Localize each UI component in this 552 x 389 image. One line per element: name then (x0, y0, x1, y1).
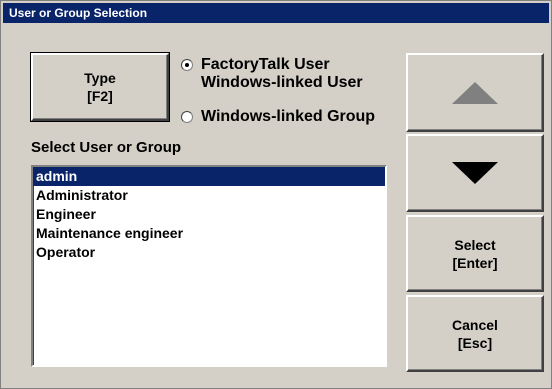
select-button-shortcut: [Enter] (452, 254, 498, 271)
scroll-up-button[interactable] (406, 53, 544, 132)
user-group-list[interactable]: admin Administrator Engineer Maintenance… (31, 165, 387, 367)
type-button-label: Type (84, 70, 116, 86)
list-item[interactable]: Maintenance engineer (33, 224, 385, 243)
radio-label-line1: FactoryTalk User (201, 56, 330, 73)
window-title: User or Group Selection (3, 3, 549, 23)
type-button[interactable]: Type [F2] (30, 52, 170, 122)
select-button[interactable]: Select [Enter] (406, 215, 544, 292)
select-button-label: Select (454, 236, 496, 253)
arrow-up-icon (452, 81, 498, 104)
user-group-selection-dialog: User or Group Selection Type [F2] Factor… (0, 0, 552, 389)
cancel-button-label: Cancel (452, 316, 498, 333)
radio-label: FactoryTalk User Windows-linked User (201, 56, 363, 92)
list-item[interactable]: Operator (33, 243, 385, 262)
arrow-down-icon (452, 162, 498, 184)
list-item[interactable]: Engineer (33, 205, 385, 224)
radio-label-line2: Windows-linked User (201, 74, 363, 91)
list-label: Select User or Group (31, 139, 182, 156)
radio-indicator[interactable] (181, 111, 193, 123)
list-item[interactable]: Administrator (33, 186, 385, 205)
cancel-button[interactable]: Cancel [Esc] (406, 295, 544, 372)
cancel-button-shortcut: [Esc] (457, 334, 493, 351)
list-item[interactable]: admin (33, 167, 385, 186)
type-button-shortcut: [F2] (87, 88, 113, 104)
radio-indicator[interactable] (181, 59, 193, 71)
radio-label: Windows-linked Group (201, 108, 376, 125)
radio-factorytalk-user[interactable]: FactoryTalk User Windows-linked User (181, 56, 363, 92)
scroll-down-button[interactable] (406, 134, 544, 212)
radio-windows-linked-group[interactable]: Windows-linked Group (181, 108, 375, 126)
